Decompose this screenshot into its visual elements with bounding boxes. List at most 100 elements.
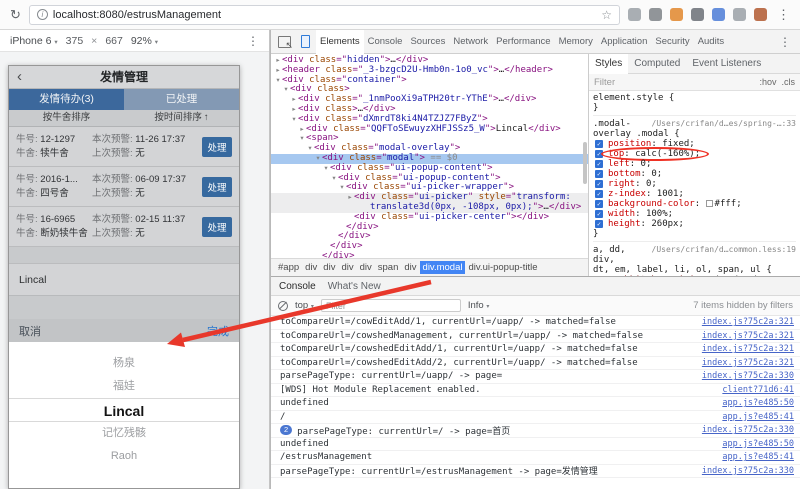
- twisty-icon[interactable]: ▾: [298, 134, 306, 144]
- css-selector[interactable]: /Users/crifan/d…es/spring-…:33 .modal-: [593, 119, 796, 129]
- zoom-select[interactable]: 92% ▾: [131, 35, 158, 47]
- css-property[interactable]: ✓ bottom: 0;: [593, 169, 796, 179]
- css-property[interactable]: ✓ background-color: #fff;: [593, 199, 796, 209]
- css-property[interactable]: ✓ left: 0;: [593, 159, 796, 169]
- twisty-icon[interactable]: ▸: [274, 66, 282, 76]
- picker-item[interactable]: Lincal: [9, 398, 239, 422]
- tab-processed[interactable]: 已处理: [124, 89, 239, 110]
- dom-tree-node[interactable]: </div>: [271, 241, 588, 252]
- breadcrumb-item[interactable]: div: [338, 261, 356, 274]
- log-source-link[interactable]: index.js?75c2a:321: [692, 344, 794, 354]
- console-context-select[interactable]: top ▾: [295, 300, 314, 311]
- extension-icon[interactable]: [733, 8, 746, 21]
- picker-item[interactable]: Raoh: [9, 445, 239, 468]
- breadcrumb-item[interactable]: div: [320, 261, 338, 274]
- bookmark-star-icon[interactable]: ☆: [601, 8, 612, 22]
- device-toggle-icon[interactable]: [301, 35, 310, 48]
- twisty-icon[interactable]: ▾: [338, 183, 346, 193]
- css-property[interactable]: ✓ top: calc(-160%);: [593, 147, 796, 161]
- picker-item[interactable]: 记忆残骸: [9, 422, 239, 445]
- devtools-tab-audits[interactable]: Audits: [694, 30, 728, 54]
- device-toolbar-menu-icon[interactable]: ⋮: [247, 34, 259, 48]
- log-source-link[interactable]: index.js?75c2a:330: [692, 371, 794, 381]
- twisty-icon[interactable]: ▾: [274, 76, 282, 86]
- styles-tab-styles[interactable]: Styles: [589, 54, 629, 74]
- breadcrumb-item[interactable]: div.modal: [419, 261, 466, 274]
- twisty-icon[interactable]: ▸: [346, 193, 354, 203]
- devtools-tab-sources[interactable]: Sources: [406, 30, 449, 54]
- devtools-tab-memory[interactable]: Memory: [555, 30, 597, 54]
- log-source-link[interactable]: client?71d6:41: [712, 385, 794, 395]
- css-property[interactable]: ✓ height: 260px;: [593, 219, 796, 229]
- device-width-field[interactable]: 375: [66, 35, 84, 47]
- picker-item[interactable]: 杨泉: [9, 352, 239, 375]
- twisty-icon[interactable]: ▾: [314, 154, 322, 164]
- css-source-link[interactable]: /Users/crifan/d…common.less:19: [652, 245, 797, 255]
- twisty-icon[interactable]: ▾: [330, 174, 338, 184]
- css-source-link[interactable]: /Users/crifan/d…es/spring-…:33: [652, 119, 797, 129]
- styles-tab-event-listeners[interactable]: Event Listeners: [686, 54, 767, 74]
- twisty-icon[interactable]: ▾: [282, 85, 290, 95]
- extension-icon[interactable]: [712, 8, 725, 21]
- sort-by-time[interactable]: 按时间排序 ↑: [124, 110, 239, 126]
- devtools-menu-icon[interactable]: ⋮: [773, 35, 797, 49]
- extension-icon[interactable]: [754, 8, 767, 21]
- property-checkbox-icon[interactable]: ✓: [595, 180, 603, 188]
- cls-toggle[interactable]: .cls: [782, 77, 796, 87]
- dom-tree-node[interactable]: </div>: [271, 231, 588, 242]
- twisty-icon[interactable]: ▸: [290, 105, 298, 115]
- property-checkbox-icon[interactable]: ✓: [595, 200, 603, 208]
- property-checkbox-icon[interactable]: ✓: [595, 140, 603, 148]
- property-checkbox-icon[interactable]: ✓: [595, 170, 603, 178]
- css-selector[interactable]: /Users/crifan/d…common.less:19 a, dd, div…: [593, 245, 796, 265]
- console-tab-what-s-new[interactable]: What's New: [328, 281, 381, 292]
- twisty-icon[interactable]: ▸: [274, 56, 282, 66]
- property-checkbox-icon[interactable]: ✓: [595, 220, 603, 228]
- breadcrumb-item[interactable]: #app: [275, 261, 302, 274]
- log-source-link[interactable]: index.js?75c2a:321: [692, 331, 794, 341]
- breadcrumb-item[interactable]: div: [302, 261, 320, 274]
- log-source-link[interactable]: index.js?75c2a:330: [692, 425, 794, 435]
- picker-item[interactable]: 福娃: [9, 375, 239, 398]
- console-filter-input[interactable]: [320, 299, 461, 312]
- devtools-tab-performance[interactable]: Performance: [492, 30, 554, 54]
- css-property[interactable]: ✓ width: 100%;: [593, 209, 796, 219]
- sort-by-cowshed[interactable]: 按牛舍排序: [9, 110, 124, 126]
- styles-tab-computed[interactable]: Computed: [628, 54, 686, 74]
- tab-estrus-todo[interactable]: 发情待办(3): [9, 89, 124, 110]
- cancel-button[interactable]: 取消: [19, 323, 41, 339]
- log-source-link[interactable]: app.js?e485:41: [712, 412, 794, 422]
- property-checkbox-icon[interactable]: ✓: [595, 160, 603, 168]
- scrollbar-thumb[interactable]: [583, 142, 587, 184]
- log-source-link[interactable]: app.js?e485:50: [712, 398, 794, 408]
- extension-icon[interactable]: [670, 8, 683, 21]
- twisty-icon[interactable]: ▸: [290, 95, 298, 105]
- css-selector[interactable]: element.style {: [593, 93, 796, 103]
- dom-tree-node[interactable]: </div>: [271, 222, 588, 233]
- extension-icon[interactable]: [628, 8, 641, 21]
- address-bar[interactable]: i localhost:8080/estrusManagement ☆: [28, 4, 620, 25]
- css-property[interactable]: ✓ right: 0;: [593, 179, 796, 189]
- twisty-icon[interactable]: ▾: [322, 164, 330, 174]
- handle-button[interactable]: 处理: [202, 216, 232, 237]
- console-tab-console[interactable]: Console: [279, 281, 316, 292]
- page-info-icon[interactable]: i: [36, 9, 48, 20]
- back-icon[interactable]: ‹: [17, 66, 22, 87]
- color-swatch-icon[interactable]: [705, 200, 713, 207]
- breadcrumb-item[interactable]: span: [375, 261, 402, 274]
- done-button[interactable]: 完成: [207, 323, 229, 339]
- log-source-link[interactable]: app.js?e485:50: [712, 439, 794, 449]
- browser-menu-icon[interactable]: ⋮: [775, 7, 790, 23]
- breadcrumb-item[interactable]: div: [357, 261, 375, 274]
- extension-icon[interactable]: [649, 8, 662, 21]
- log-source-link[interactable]: index.js?75c2a:330: [692, 466, 794, 476]
- log-source-link[interactable]: index.js?75c2a:321: [692, 317, 794, 327]
- reload-icon[interactable]: ↻: [10, 7, 21, 23]
- devtools-tab-security[interactable]: Security: [651, 30, 693, 54]
- log-source-link[interactable]: index.js?75c2a:321: [692, 358, 794, 368]
- selected-value-row[interactable]: Lincal: [9, 263, 239, 295]
- css-selector[interactable]: dt, em, label, li, ol, span, ul {: [593, 265, 796, 275]
- styles-filter-input[interactable]: [594, 76, 694, 88]
- inspect-element-icon[interactable]: ↖: [278, 35, 293, 50]
- handle-button[interactable]: 处理: [202, 136, 232, 157]
